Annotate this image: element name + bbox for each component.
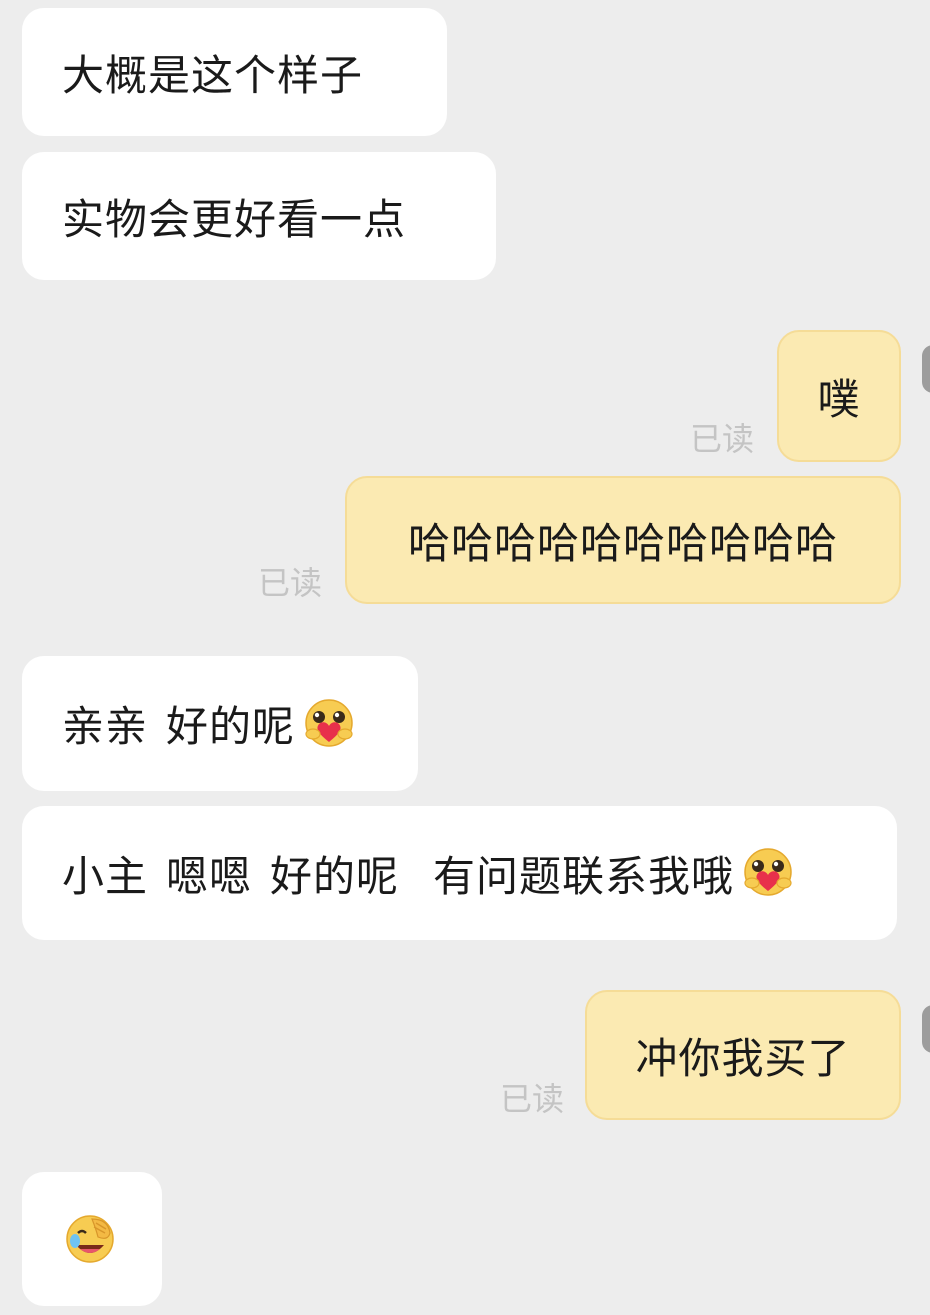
- incoming-message-bubble[interactable]: 小主 嗯嗯 好的呢 有问题联系我哦: [22, 806, 897, 940]
- message-text: 好的呢: [166, 702, 296, 751]
- incoming-message-bubble[interactable]: [22, 1172, 162, 1306]
- message-text: 大概是这个样子: [62, 50, 364, 100]
- avatar-edge[interactable]: [922, 345, 930, 393]
- message-text: 嗯嗯: [166, 851, 253, 901]
- read-status: 已读: [258, 564, 323, 602]
- message-text: 小主: [62, 851, 149, 901]
- incoming-message-bubble[interactable]: 亲亲 好的呢: [22, 656, 418, 791]
- hug-heart-emoji-icon: [301, 696, 357, 752]
- message-text: 好的呢: [270, 851, 400, 901]
- incoming-message-bubble[interactable]: 大概是这个样子: [22, 8, 447, 136]
- read-status: 已读: [690, 420, 755, 458]
- chat-message-list: 大概是这个样子 实物会更好看一点 已读 噗 已读 哈哈哈哈哈哈哈哈哈哈 亲亲 好…: [0, 0, 930, 1315]
- message-text: 冲你我买了: [635, 1033, 851, 1083]
- message-text: 哈哈哈哈哈哈哈哈哈哈: [407, 518, 838, 568]
- incoming-message-bubble[interactable]: 实物会更好看一点: [22, 152, 496, 280]
- message-text: 实物会更好看一点: [62, 194, 407, 244]
- outgoing-message-bubble[interactable]: 冲你我买了: [585, 990, 901, 1120]
- message-text: 噗: [817, 374, 861, 424]
- avatar-edge[interactable]: [922, 1005, 930, 1053]
- hug-heart-emoji-icon: [740, 845, 796, 901]
- facepalm-laugh-emoji-icon: [62, 1211, 118, 1267]
- message-text: 有问题联系我哦: [433, 851, 735, 901]
- read-status: 已读: [500, 1080, 565, 1118]
- message-text: 亲亲: [62, 702, 149, 751]
- outgoing-message-bubble[interactable]: 噗: [777, 330, 901, 462]
- outgoing-message-bubble[interactable]: 哈哈哈哈哈哈哈哈哈哈: [345, 476, 901, 604]
